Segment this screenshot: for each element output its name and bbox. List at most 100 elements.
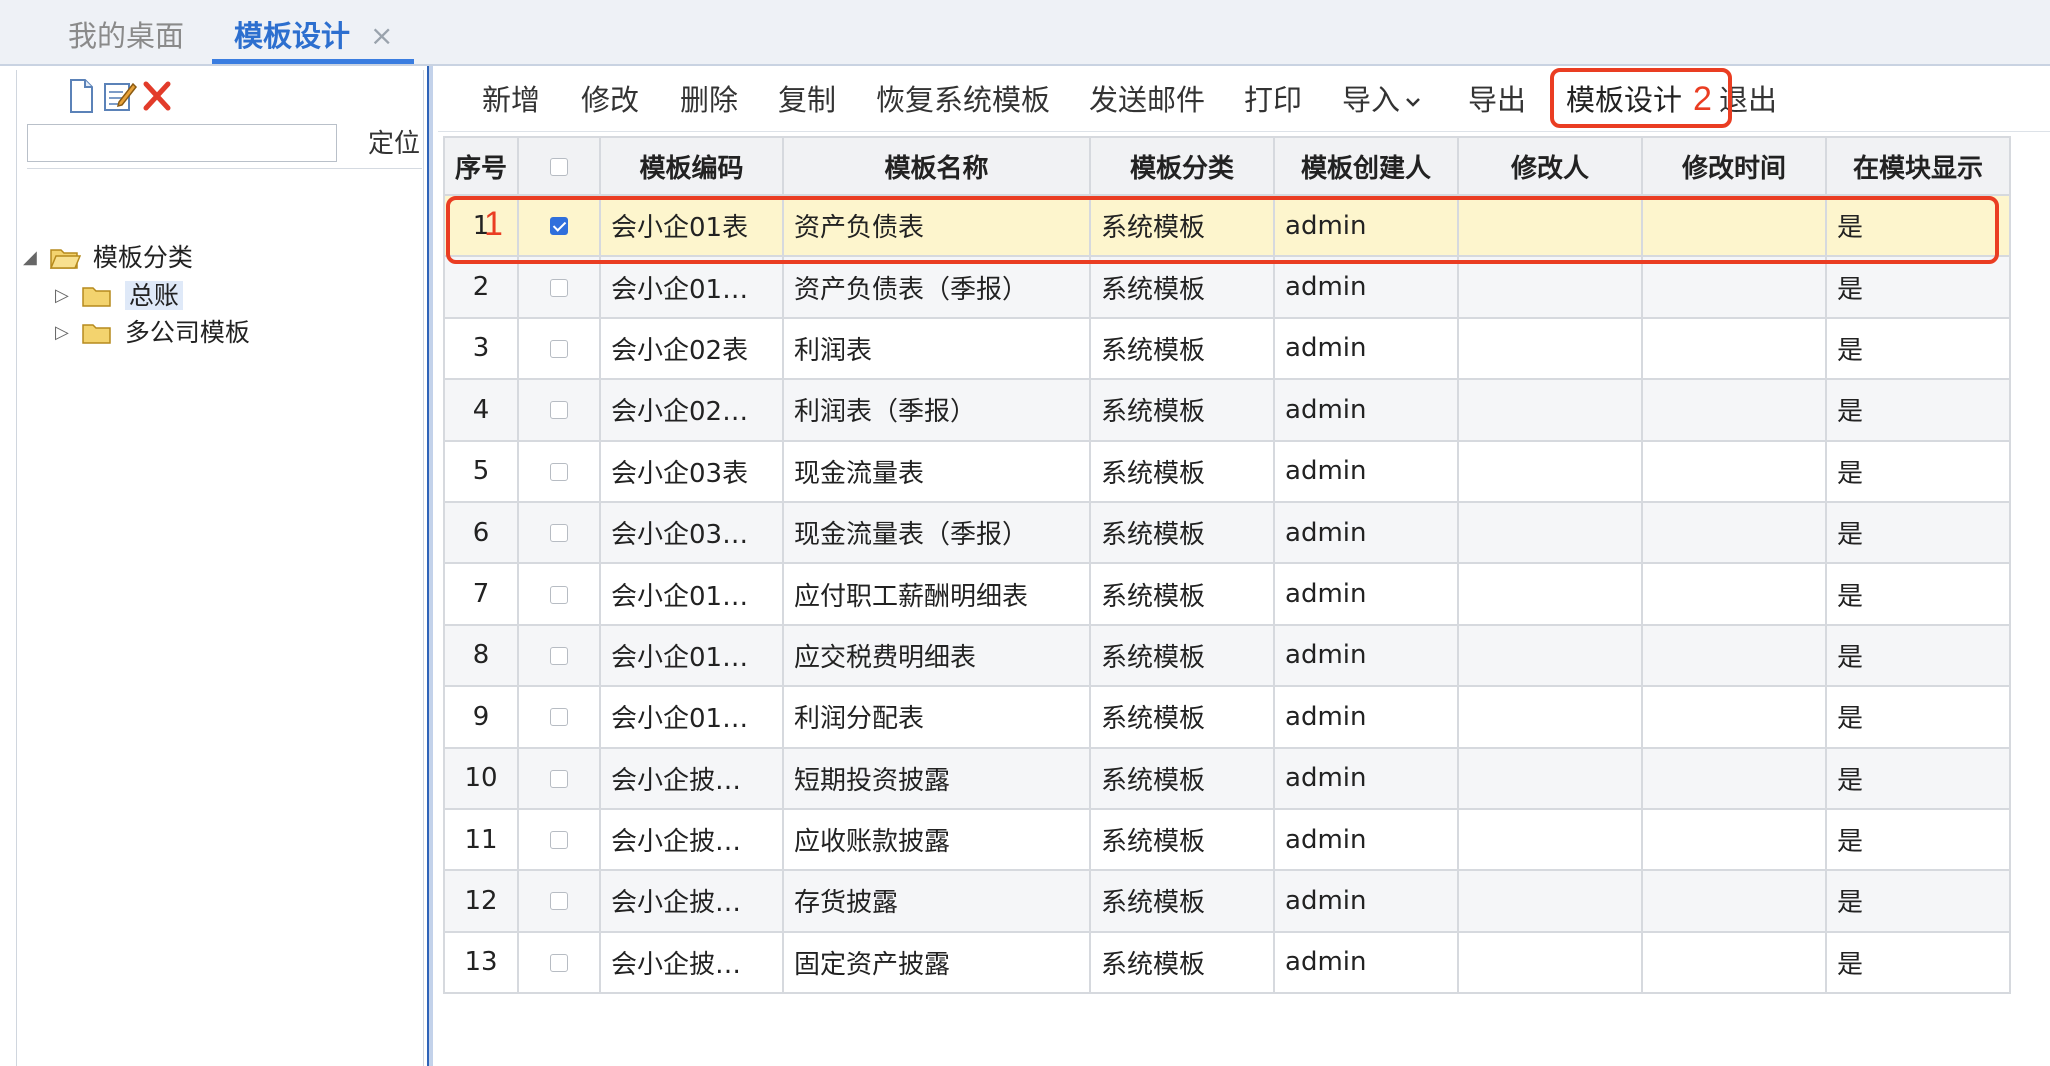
cell-checkbox[interactable] bbox=[517, 562, 602, 626]
table-row[interactable]: 12 会小企披… 存货披露 系统模板 admin 是 bbox=[442, 869, 2012, 933]
tree-node-multi-company[interactable]: ▷ 多公司模板 bbox=[55, 314, 250, 350]
select-all-checkbox[interactable] bbox=[517, 136, 602, 196]
row-checkbox[interactable] bbox=[550, 524, 569, 543]
cell-checkbox[interactable] bbox=[517, 807, 602, 872]
row-checkbox[interactable] bbox=[550, 953, 569, 972]
cell-show-in-module: 是 bbox=[1825, 500, 2012, 565]
print-button[interactable]: 打印 bbox=[1244, 66, 1302, 132]
table-row[interactable]: 3 会小企02表 利润表 系统模板 admin 是 bbox=[442, 316, 2012, 381]
template-design-button[interactable]: 模板设计 bbox=[1566, 66, 1682, 132]
column-header-index[interactable]: 序号 bbox=[442, 136, 520, 196]
cell-modifier bbox=[1457, 869, 1644, 933]
cell-index: 8 bbox=[442, 623, 520, 688]
send-mail-button[interactable]: 发送邮件 bbox=[1089, 66, 1205, 132]
new-document-icon[interactable] bbox=[61, 76, 101, 116]
panel-splitter[interactable] bbox=[427, 66, 433, 1066]
table-row[interactable]: 13 会小企披… 固定资产披露 系统模板 admin 是 bbox=[442, 930, 2012, 995]
cell-checkbox[interactable] bbox=[517, 255, 602, 319]
cell-code: 会小企01表 bbox=[599, 193, 785, 258]
table-row[interactable]: 9 会小企01… 利润分配表 系统模板 admin 是 bbox=[442, 685, 2012, 749]
row-checkbox[interactable] bbox=[550, 831, 569, 850]
cell-checkbox[interactable] bbox=[517, 930, 602, 995]
export-button[interactable]: 导出 bbox=[1468, 66, 1526, 132]
cell-show-in-module: 是 bbox=[1825, 193, 2012, 258]
checkbox-icon[interactable] bbox=[550, 157, 569, 176]
cell-checkbox[interactable] bbox=[517, 746, 602, 810]
table-row[interactable]: 6 会小企03… 现金流量表（季报） 系统模板 admin 是 bbox=[442, 500, 2012, 565]
copy-button[interactable]: 复制 bbox=[778, 66, 836, 132]
locate-button[interactable]: 定位 bbox=[367, 126, 421, 162]
cell-checkbox[interactable] bbox=[517, 439, 602, 503]
column-header-category[interactable]: 模板分类 bbox=[1089, 136, 1276, 196]
tree-node-root[interactable]: ◢ 模板分类 bbox=[23, 239, 193, 275]
row-checkbox[interactable] bbox=[550, 339, 569, 358]
category-search-input[interactable] bbox=[27, 124, 337, 162]
close-icon[interactable]: × bbox=[370, 0, 393, 72]
cell-checkbox[interactable] bbox=[517, 378, 602, 442]
delete-icon[interactable] bbox=[137, 76, 177, 116]
row-checkbox[interactable] bbox=[550, 278, 569, 297]
table-row[interactable]: 4 会小企02… 利润表（季报） 系统模板 admin 是 bbox=[442, 378, 2012, 442]
cell-category: 系统模板 bbox=[1089, 930, 1276, 995]
cell-modifier bbox=[1457, 255, 1644, 319]
cell-index: 5 bbox=[442, 439, 520, 503]
tree-node-general-ledger[interactable]: ▷ 总账 bbox=[55, 277, 183, 313]
cell-checkbox[interactable] bbox=[517, 869, 602, 933]
cell-creator: admin bbox=[1273, 255, 1460, 319]
import-dropdown-button[interactable]: 导入 bbox=[1342, 66, 1422, 132]
collapsed-arrow-icon[interactable]: ▷ bbox=[55, 315, 73, 351]
cell-checkbox[interactable] bbox=[517, 316, 602, 381]
row-checkbox[interactable] bbox=[550, 769, 569, 788]
cell-checkbox[interactable] bbox=[517, 500, 602, 565]
edit-icon[interactable] bbox=[99, 76, 139, 116]
cell-index: 7 bbox=[442, 562, 520, 626]
column-header-modified-time[interactable]: 修改时间 bbox=[1641, 136, 1828, 196]
cell-category: 系统模板 bbox=[1089, 746, 1276, 810]
table-row[interactable]: 8 会小企01… 应交税费明细表 系统模板 admin 是 bbox=[442, 623, 2012, 688]
column-header-show-in-module[interactable]: 在模块显示 bbox=[1825, 136, 2012, 196]
cell-checkbox[interactable] bbox=[517, 193, 602, 258]
restore-system-template-button[interactable]: 恢复系统模板 bbox=[876, 66, 1050, 132]
row-checkbox[interactable] bbox=[550, 401, 569, 420]
column-header-modifier[interactable]: 修改人 bbox=[1457, 136, 1644, 196]
folder-open-icon bbox=[49, 249, 81, 269]
import-label: 导入 bbox=[1342, 83, 1401, 117]
tab-template-design[interactable]: 模板设计 × bbox=[212, 0, 414, 64]
table-row[interactable]: 5 会小企03表 现金流量表 系统模板 admin 是 bbox=[442, 439, 2012, 503]
table-row[interactable]: 10 会小企披… 短期投资披露 系统模板 admin 是 bbox=[442, 746, 2012, 810]
cell-index: 11 bbox=[442, 807, 520, 872]
row-checkbox[interactable] bbox=[550, 462, 569, 481]
cell-checkbox[interactable] bbox=[517, 623, 602, 688]
row-checkbox[interactable] bbox=[550, 646, 569, 665]
delete-button[interactable]: 删除 bbox=[680, 66, 738, 132]
cell-show-in-module: 是 bbox=[1825, 378, 2012, 442]
row-checkbox[interactable] bbox=[550, 892, 569, 911]
cell-code: 会小企03表 bbox=[599, 439, 785, 503]
cell-creator: admin bbox=[1273, 685, 1460, 749]
row-checkbox[interactable] bbox=[550, 708, 569, 727]
new-button[interactable]: 新增 bbox=[482, 66, 540, 132]
column-header-creator[interactable]: 模板创建人 bbox=[1273, 136, 1460, 196]
cell-checkbox[interactable] bbox=[517, 685, 602, 749]
table-row[interactable]: 11 会小企披… 应收账款披露 系统模板 admin 是 bbox=[442, 807, 2012, 872]
table-row[interactable]: 7 会小企01… 应付职工薪酬明细表 系统模板 admin 是 bbox=[442, 562, 2012, 626]
cell-modifier bbox=[1457, 316, 1644, 381]
collapsed-arrow-icon[interactable]: ▷ bbox=[55, 278, 73, 314]
cell-category: 系统模板 bbox=[1089, 869, 1276, 933]
tab-my-desktop[interactable]: 我的桌面 bbox=[68, 0, 184, 64]
row-checkbox[interactable] bbox=[550, 585, 569, 604]
column-header-code[interactable]: 模板编码 bbox=[599, 136, 785, 196]
exit-button[interactable]: 退出 bbox=[1719, 66, 1777, 132]
table-row[interactable]: 2 会小企01… 资产负债表（季报） 系统模板 admin 是 bbox=[442, 255, 2012, 319]
edit-button[interactable]: 修改 bbox=[581, 66, 639, 132]
cell-modified-time bbox=[1641, 807, 1828, 872]
column-header-name[interactable]: 模板名称 bbox=[782, 136, 1092, 196]
cell-index: 6 bbox=[442, 500, 520, 565]
expanded-arrow-icon[interactable]: ◢ bbox=[23, 240, 41, 276]
row-checkbox[interactable] bbox=[550, 217, 569, 236]
cell-category: 系统模板 bbox=[1089, 685, 1276, 749]
cell-category: 系统模板 bbox=[1089, 562, 1276, 626]
table-row[interactable]: 1 会小企01表 资产负债表 系统模板 admin 是 bbox=[442, 193, 2012, 258]
cell-modified-time bbox=[1641, 685, 1828, 749]
folder-icon bbox=[82, 287, 111, 307]
